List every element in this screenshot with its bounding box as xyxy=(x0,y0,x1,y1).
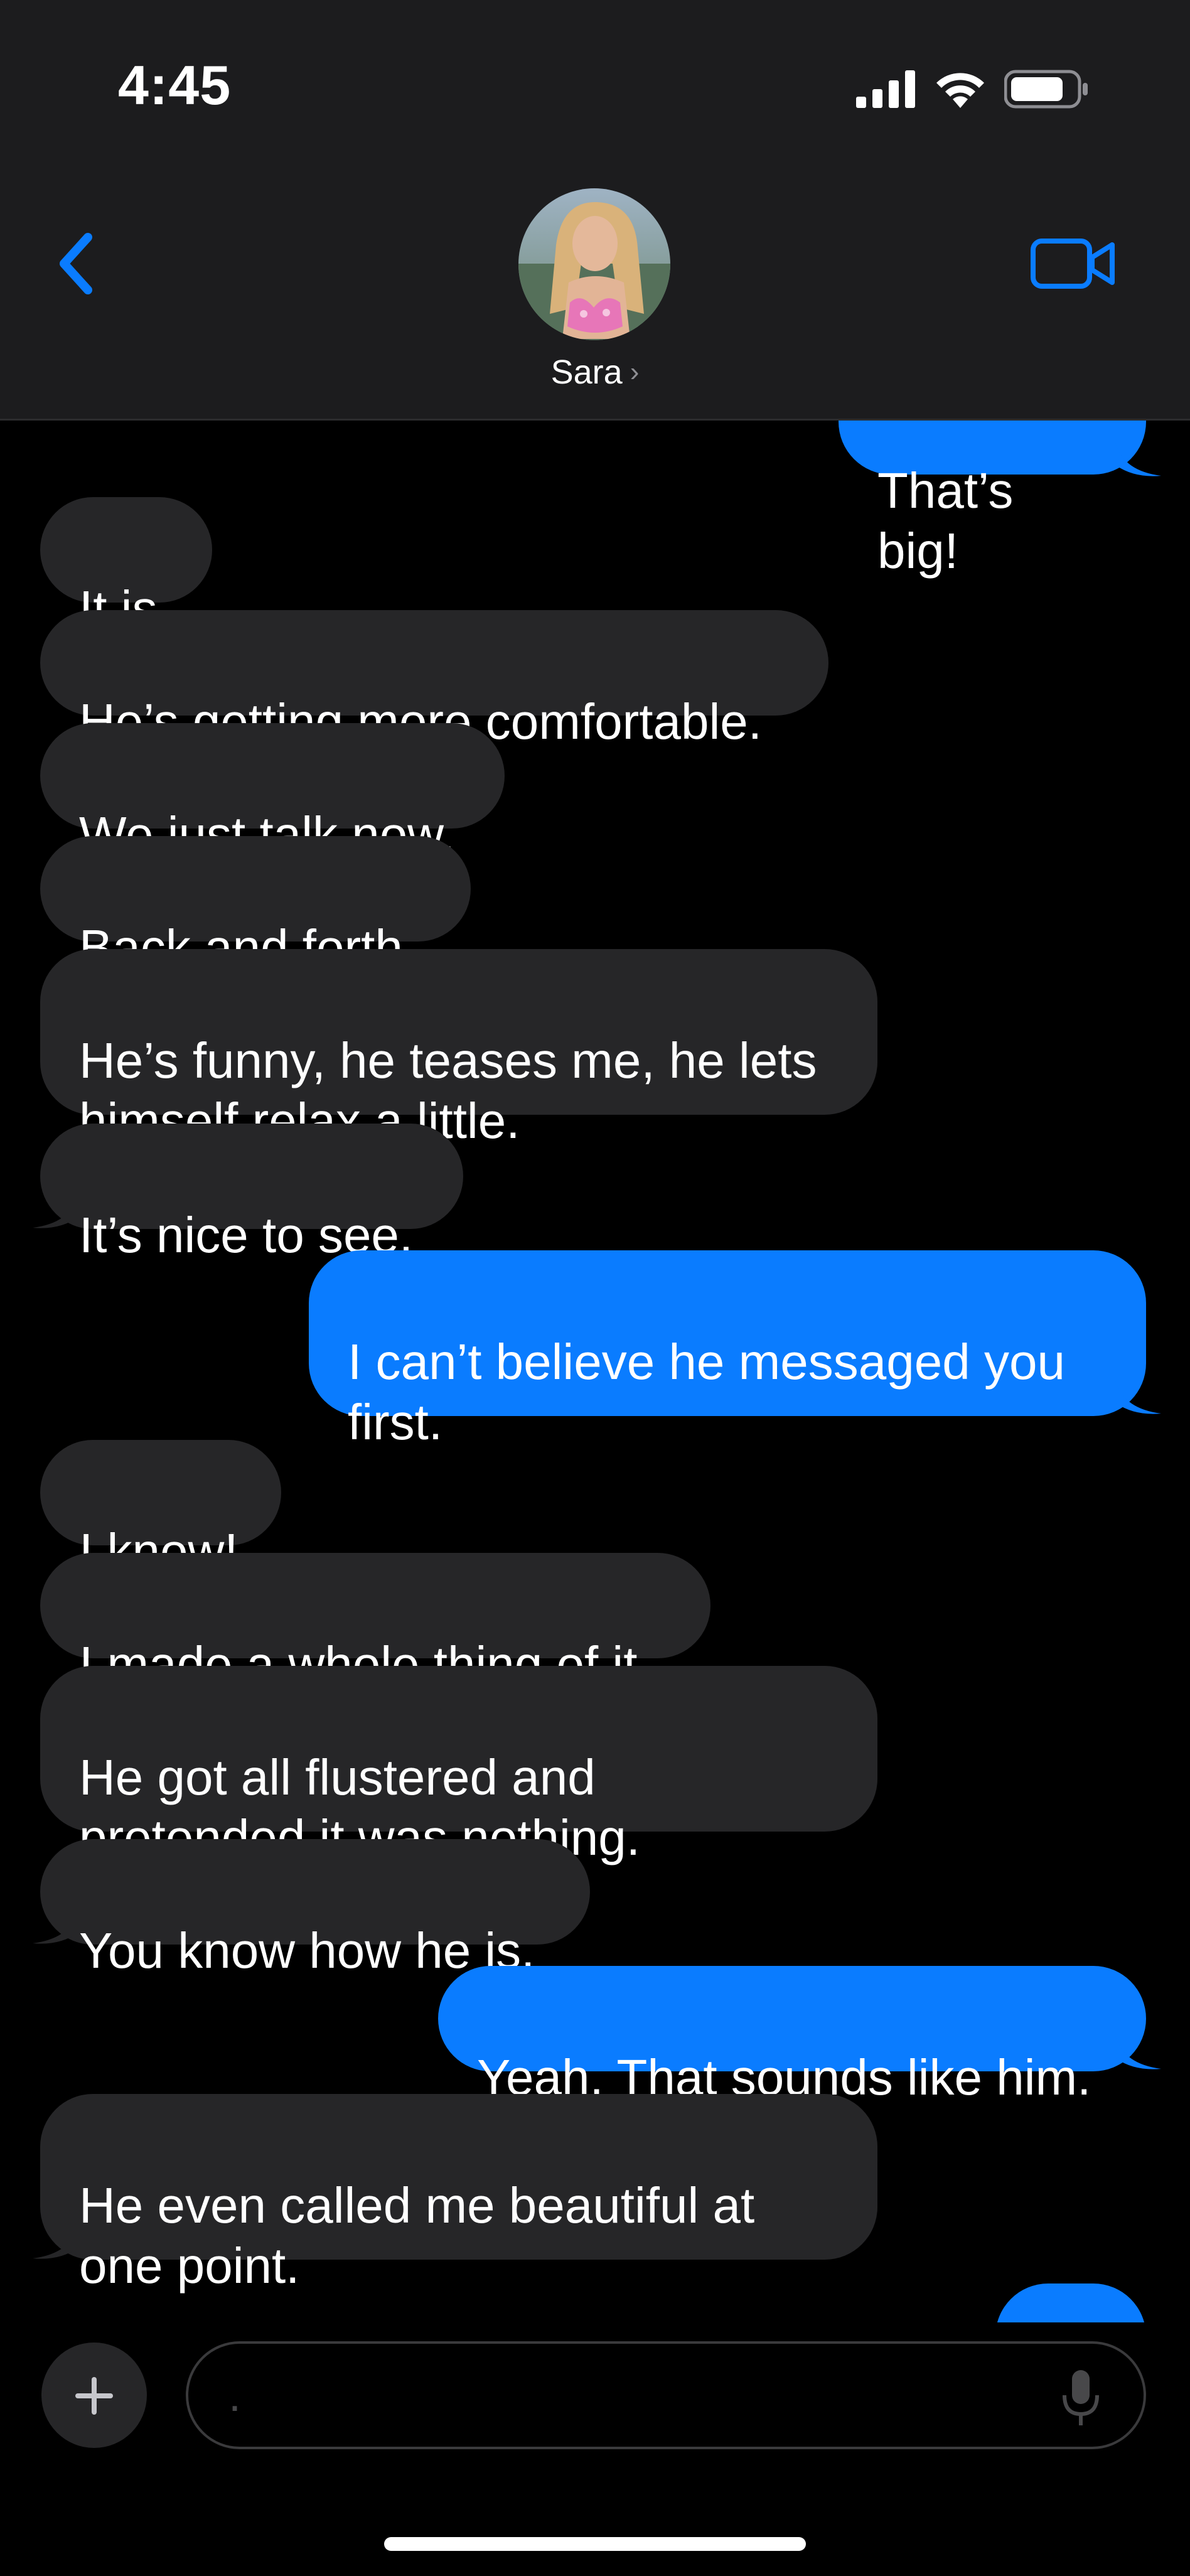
battery-icon xyxy=(1004,70,1088,109)
message-input[interactable]: . xyxy=(186,2341,1146,2449)
cellular-signal-icon xyxy=(856,70,915,108)
microphone-icon[interactable] xyxy=(1061,2368,1101,2428)
message-text: You know how he is. xyxy=(79,1923,535,1978)
status-time: 4:45 xyxy=(118,54,232,116)
bubble-tail xyxy=(33,1191,79,1228)
message-bubble-incoming[interactable]: It is. xyxy=(40,497,212,636)
message-bubble-outgoing[interactable]: Hm xyxy=(995,2284,1146,2322)
message-bubble-incoming[interactable]: He’s getting more comfortable. xyxy=(40,610,828,749)
bubble-tail xyxy=(1115,439,1161,476)
message-bubble-incoming[interactable]: I know! xyxy=(40,1440,281,1579)
message-bubble-incoming[interactable]: He got all flustered and pretended it wa… xyxy=(40,1666,877,1865)
message-bubble-incoming[interactable]: We just talk now. xyxy=(40,723,505,862)
message-bubble-incoming[interactable]: You know how he is. xyxy=(40,1839,590,1978)
wifi-icon xyxy=(936,73,984,108)
message-text: I can’t believe he messaged you first. xyxy=(348,1334,1065,1450)
chevron-right-icon: › xyxy=(630,357,640,387)
contact-avatar[interactable] xyxy=(518,188,670,340)
message-bubble-outgoing[interactable]: Yeah. That sounds like him. xyxy=(438,1966,1146,2105)
message-input-placeholder: . xyxy=(228,2371,242,2421)
plus-icon[interactable] xyxy=(41,2343,147,2448)
bubble-tail xyxy=(33,1907,79,1944)
message-text: That’s big! xyxy=(877,463,1014,579)
bubble-tail xyxy=(1115,2032,1161,2069)
video-camera-icon[interactable] xyxy=(1029,232,1117,295)
message-bubble-incoming[interactable]: He even called me beautiful at one point… xyxy=(40,2094,877,2294)
bubble-tail xyxy=(33,2222,79,2259)
message-bubble-outgoing[interactable]: I can’t believe he messaged you first. xyxy=(309,1250,1146,1450)
message-text: He even called me beautiful at one point… xyxy=(79,2177,755,2294)
message-bubble-incoming[interactable]: It’s nice to see. xyxy=(40,1124,463,1263)
home-indicator[interactable] xyxy=(384,2537,806,2551)
avatar-image xyxy=(518,188,670,340)
back-chevron-icon[interactable] xyxy=(44,226,113,301)
message-bubble-incoming[interactable]: I made a whole thing of it. xyxy=(40,1553,710,1692)
status-icons xyxy=(856,64,1090,114)
conversation-header: 4:45 Sara › xyxy=(0,0,1190,421)
message-bubble-incoming[interactable]: Back and forth. xyxy=(40,836,471,975)
bubble-tail xyxy=(1115,1377,1161,1414)
contact-name-button[interactable]: Sara › xyxy=(0,353,1190,392)
contact-name: Sara xyxy=(550,353,623,391)
message-bubble-incoming[interactable]: He’s funny, he teases me, he lets himsel… xyxy=(40,949,877,1149)
